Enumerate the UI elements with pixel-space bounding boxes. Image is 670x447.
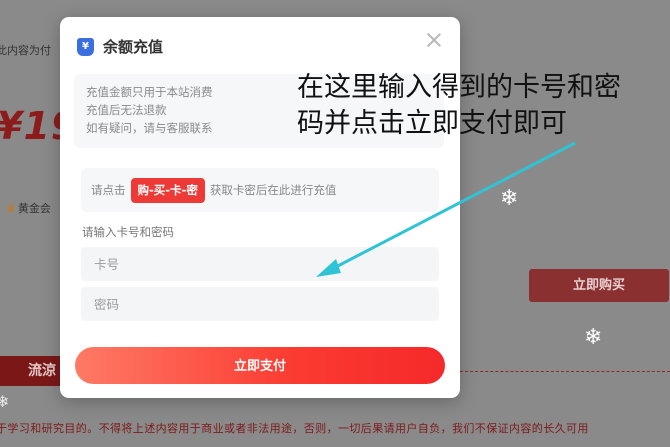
annotation-arrow bbox=[316, 141, 576, 277]
arrow-shaft bbox=[329, 141, 576, 272]
arrow-head bbox=[316, 259, 341, 277]
